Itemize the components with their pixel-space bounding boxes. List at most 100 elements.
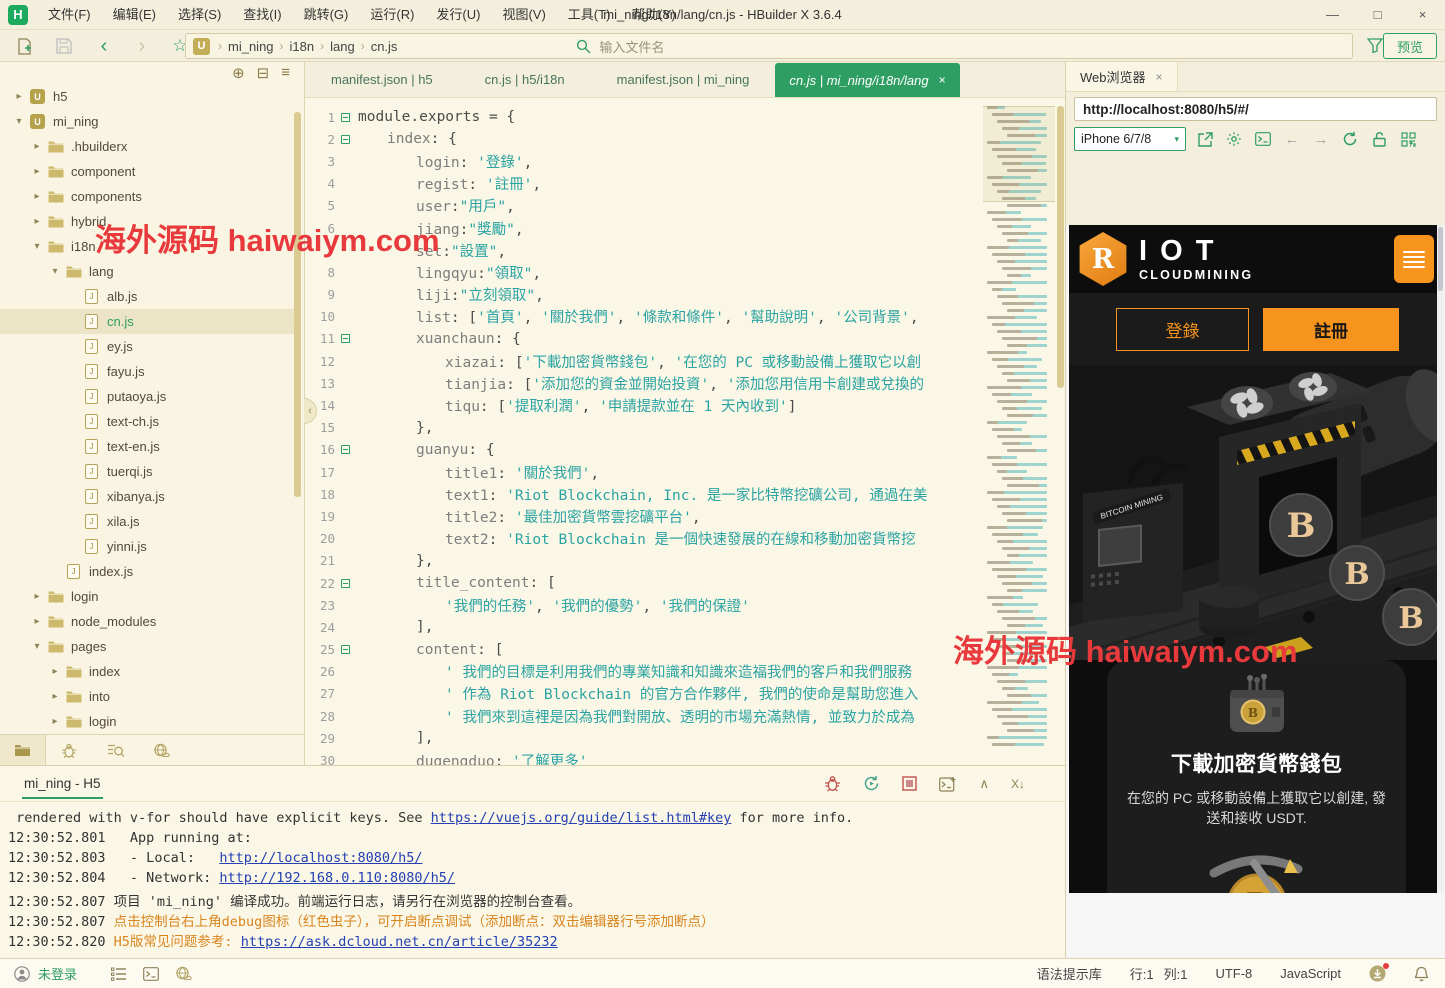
code-line[interactable]: 22title_content: [	[305, 572, 975, 594]
line-number[interactable]: 19	[305, 509, 335, 524]
code-line[interactable]: 12xiazai: ['下載加密貨幣錢包', '在您的 PC 或移動設備上獲取它…	[305, 350, 975, 372]
code-line[interactable]: 6jiang:"獎勵",	[305, 217, 975, 239]
url-input[interactable]: http://localhost:8080/h5/#/	[1074, 97, 1437, 121]
nav-back-icon[interactable]: ←	[1282, 129, 1302, 149]
browser-tab-close-icon[interactable]: ×	[1156, 70, 1163, 84]
tree-arrow-icon[interactable]: ▾	[48, 266, 62, 277]
menubar-item[interactable]: 编辑(E)	[102, 0, 167, 30]
tree-arrow-icon[interactable]: ▸	[30, 591, 44, 602]
clear-console-icon[interactable]: X↓	[1011, 777, 1025, 791]
line-number[interactable]: 27	[305, 686, 335, 701]
tree-item-login[interactable]: ▸login	[0, 584, 296, 609]
line-number[interactable]: 4	[305, 176, 335, 191]
editor-scrollbar[interactable]	[1057, 106, 1064, 388]
login-button[interactable]: 登錄	[1116, 308, 1249, 351]
maximize-icon[interactable]: □	[1355, 0, 1400, 30]
line-number[interactable]: 9	[305, 287, 335, 302]
page-scrollbar[interactable]	[1437, 225, 1444, 893]
line-number[interactable]: 11	[305, 331, 335, 346]
save-icon[interactable]	[52, 34, 76, 58]
tree-item-node_modules[interactable]: ▸node_modules	[0, 609, 296, 634]
tree-item-fayu.js[interactable]: Jfayu.js	[0, 359, 296, 384]
filetype-label[interactable]: JavaScript	[1280, 966, 1341, 981]
web-service-icon[interactable]	[175, 966, 192, 981]
line-number[interactable]: 2	[305, 132, 335, 147]
editor-tab[interactable]: cn.js | h5/i18n	[459, 62, 591, 97]
sidebar-scrollbar[interactable]	[294, 112, 301, 497]
open-external-icon[interactable]	[1195, 129, 1215, 149]
breadcrumb-item[interactable]: mi_ning	[224, 39, 278, 54]
cursor-line-label[interactable]: 行:1	[1130, 964, 1154, 983]
fold-icon[interactable]	[338, 328, 352, 350]
code-line[interactable]: 20text2: 'Riot Blockchain 是一個快速發展的在線和移動加…	[305, 528, 975, 550]
tab-files[interactable]	[0, 735, 46, 765]
syntax-lib-label[interactable]: 语法提示库	[1037, 964, 1102, 983]
riot-logo-icon[interactable]: R	[1077, 232, 1129, 286]
line-number[interactable]: 23	[305, 598, 335, 613]
tree-item-alb.js[interactable]: Jalb.js	[0, 284, 296, 309]
menubar-item[interactable]: 运行(R)	[359, 0, 425, 30]
tree-item-components[interactable]: ▸components	[0, 184, 296, 209]
debug-bug-icon[interactable]	[824, 775, 841, 792]
line-number[interactable]: 24	[305, 620, 335, 635]
line-number[interactable]: 21	[305, 553, 335, 568]
tab-web[interactable]	[138, 735, 184, 765]
fold-icon[interactable]	[338, 439, 352, 461]
tree-arrow-icon[interactable]: ▸	[30, 141, 44, 152]
new-terminal-icon[interactable]	[939, 776, 957, 792]
stop-icon[interactable]	[902, 776, 917, 791]
breadcrumb[interactable]: ›mi_ning›i18n›lang›cn.js	[216, 39, 401, 54]
back-icon[interactable]: ‹	[92, 34, 116, 58]
editor-tab[interactable]: cn.js | mi_ning/i18n/lang×	[775, 63, 959, 97]
lock-icon[interactable]	[1369, 129, 1389, 149]
tree-item-ey.js[interactable]: Jey.js	[0, 334, 296, 359]
tree-item-mi_ning[interactable]: ▾Umi_ning	[0, 109, 296, 134]
code-line[interactable]: 4regist: '註冊',	[305, 173, 975, 195]
tree-item-xila.js[interactable]: Jxila.js	[0, 509, 296, 534]
tree-arrow-icon[interactable]: ▾	[30, 241, 44, 252]
new-file-icon[interactable]	[12, 34, 36, 58]
menubar-item[interactable]: 查找(I)	[232, 0, 292, 30]
tree-item-xibanya.js[interactable]: Jxibanya.js	[0, 484, 296, 509]
locate-file-icon[interactable]: ⊕	[232, 64, 245, 82]
tree-item-text-en.js[interactable]: Jtext-en.js	[0, 434, 296, 459]
qr-code-icon[interactable]	[1398, 129, 1418, 149]
line-number[interactable]: 22	[305, 576, 335, 591]
line-number[interactable]: 13	[305, 376, 335, 391]
log-link[interactable]: http://localhost:8080/h5/	[219, 850, 422, 866]
tree-arrow-icon[interactable]: ▸	[12, 91, 26, 102]
line-number[interactable]: 25	[305, 642, 335, 657]
collapse-all-icon[interactable]: ⊟	[257, 64, 270, 82]
console-tab[interactable]: mi_ning - H5	[22, 768, 103, 799]
preview-button[interactable]: 预览	[1383, 33, 1437, 59]
log-link[interactable]: https://vuejs.org/guide/list.html#key	[431, 810, 732, 826]
forward-icon[interactable]: ›	[130, 34, 154, 58]
code-line[interactable]: 3login: '登錄',	[305, 150, 975, 172]
code-line[interactable]: 21},	[305, 550, 975, 572]
code-line[interactable]: 29],	[305, 727, 975, 749]
tree-item-tuerqi.js[interactable]: Jtuerqi.js	[0, 459, 296, 484]
tree-arrow-icon[interactable]: ▸	[30, 166, 44, 177]
code-line[interactable]: 10list: ['首頁', '關於我們', '條款和條件', '幫助說明', …	[305, 306, 975, 328]
tree-item-text-ch.js[interactable]: Jtext-ch.js	[0, 409, 296, 434]
collapse-panel-icon[interactable]: ∧	[979, 776, 989, 792]
hamburger-menu-button[interactable]	[1394, 235, 1434, 283]
code-line[interactable]: 26' 我們的目標是利用我們的專業知識和知識來造福我們的客戶和我們服務	[305, 661, 975, 683]
tree-item-cn.js[interactable]: Jcn.js	[0, 309, 296, 334]
tree-item-putaoya.js[interactable]: Jputaoya.js	[0, 384, 296, 409]
tree-item-login[interactable]: ▸login	[0, 709, 296, 734]
tab-search[interactable]	[92, 735, 138, 765]
tree-item-hybrid[interactable]: ▸hybrid	[0, 209, 296, 234]
code-line[interactable]: 28' 我們來到這裡是因為我們對開放、透明的市場充滿熱情, 並致力於成為	[305, 705, 975, 727]
explorer-menu-icon[interactable]: ≡	[281, 64, 290, 82]
menubar-item[interactable]: 选择(S)	[167, 0, 232, 30]
code-line[interactable]: 5user:"用戶",	[305, 195, 975, 217]
line-number[interactable]: 30	[305, 753, 335, 765]
tree-item-lang[interactable]: ▾lang	[0, 259, 296, 284]
tree-item-into[interactable]: ▸into	[0, 684, 296, 709]
line-number[interactable]: 1	[305, 110, 335, 125]
account-status[interactable]: 未登录	[14, 964, 77, 983]
log-link[interactable]: https://ask.dcloud.net.cn/article/35232	[241, 934, 558, 950]
tree-arrow-icon[interactable]: ▸	[30, 616, 44, 627]
register-button[interactable]: 註冊	[1263, 308, 1399, 351]
